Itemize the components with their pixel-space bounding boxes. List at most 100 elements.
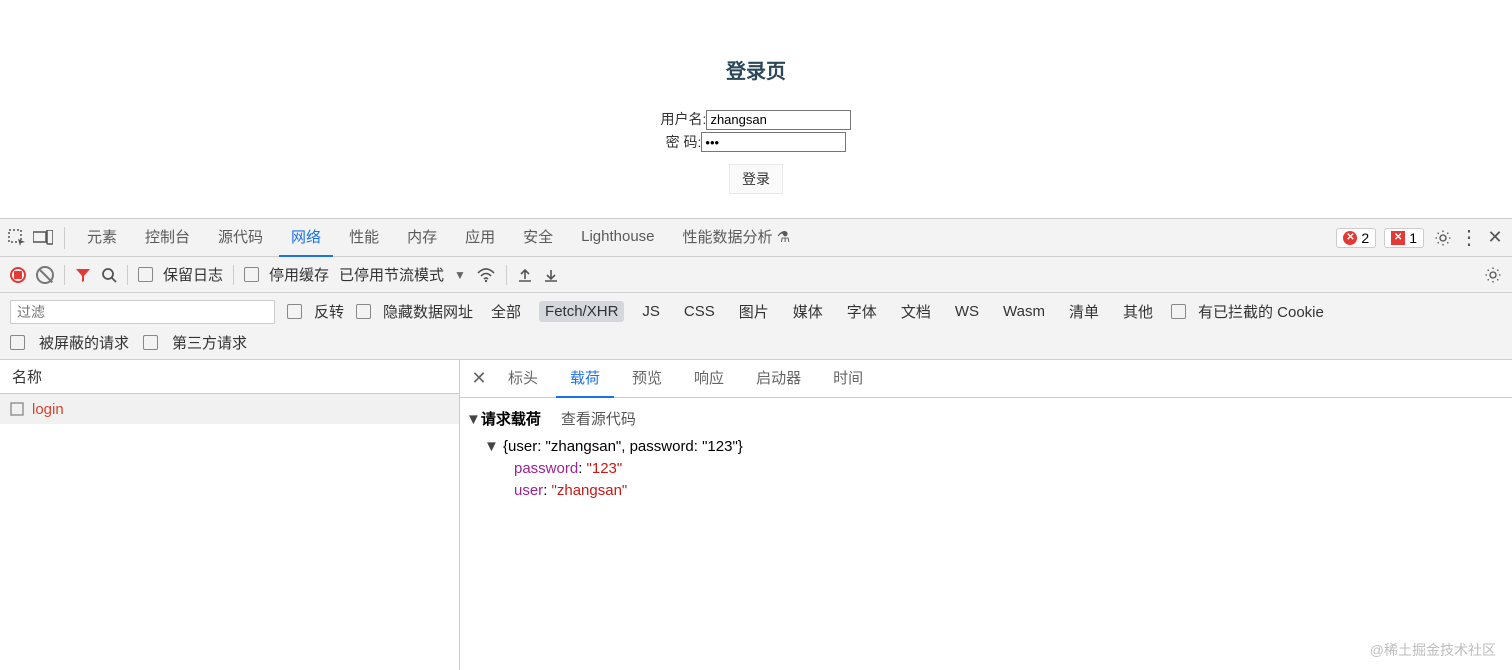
tab-elements[interactable]: 元素 — [75, 219, 129, 257]
disable-cache-checkbox[interactable] — [244, 267, 259, 282]
gear-icon[interactable] — [1484, 266, 1502, 284]
tab-performance[interactable]: 性能 — [337, 219, 391, 257]
filter-input[interactable] — [10, 300, 275, 324]
type-manifest[interactable]: 清单 — [1063, 299, 1105, 324]
file-icon — [10, 402, 24, 416]
type-img[interactable]: 图片 — [733, 299, 775, 324]
tab-sources[interactable]: 源代码 — [206, 219, 275, 257]
separator — [506, 265, 507, 285]
device-toolbar-icon[interactable] — [32, 227, 54, 249]
json-key: password — [514, 460, 578, 477]
issue-icon: ✕ — [1391, 231, 1405, 245]
json-summary: {user: "zhangsan", password: "123"} — [503, 438, 743, 455]
preserve-log-checkbox[interactable] — [138, 267, 153, 282]
inspect-element-icon[interactable] — [6, 227, 28, 249]
issue-count: 1 — [1409, 230, 1417, 246]
dtab-payload[interactable]: 载荷 — [556, 360, 614, 398]
username-input[interactable] — [706, 110, 851, 130]
dtab-timing[interactable]: 时间 — [819, 360, 877, 398]
filter-bar: 反转 隐藏数据网址 全部 Fetch/XHR JS CSS 图片 媒体 字体 文… — [0, 293, 1512, 360]
wifi-icon[interactable] — [476, 267, 496, 283]
login-button[interactable]: 登录 — [729, 164, 783, 194]
error-count: 2 — [1361, 230, 1369, 246]
type-media[interactable]: 媒体 — [787, 299, 829, 324]
filter-icon[interactable] — [75, 267, 91, 283]
search-icon[interactable] — [101, 267, 117, 283]
type-all[interactable]: 全部 — [485, 299, 527, 324]
payload-body: ▼请求载荷 查看源代码 ▼ {user: "zhangsan", passwor… — [460, 398, 1512, 509]
request-list: 名称 login — [0, 360, 460, 670]
hide-data-urls-label: 隐藏数据网址 — [383, 301, 473, 322]
login-page: 登录页 用户名: 密 码: 登录 — [0, 0, 1512, 194]
preserve-log-label: 保留日志 — [163, 264, 223, 285]
devtools-tab-bar: 元素 控制台 源代码 网络 性能 内存 应用 安全 Lighthouse 性能数… — [0, 219, 1512, 257]
tab-application[interactable]: 应用 — [453, 219, 507, 257]
hide-data-urls-checkbox[interactable] — [356, 304, 371, 319]
devtools-panel: 元素 控制台 源代码 网络 性能 内存 应用 安全 Lighthouse 性能数… — [0, 218, 1512, 670]
throttling-select[interactable]: 已停用节流模式 — [339, 264, 444, 285]
more-icon[interactable]: ⋮ — [1458, 227, 1480, 249]
payload-section[interactable]: ▼请求载荷 — [466, 408, 541, 429]
network-body: 名称 login ✕ 标头 载荷 预览 响应 启动器 时间 ▼请求载荷 查看源代… — [0, 360, 1512, 670]
invert-checkbox[interactable] — [287, 304, 302, 319]
tab-network[interactable]: 网络 — [279, 219, 333, 257]
page-title: 登录页 — [0, 55, 1512, 84]
password-input[interactable] — [701, 132, 846, 152]
dtab-preview[interactable]: 预览 — [618, 360, 676, 398]
request-name: login — [32, 401, 64, 418]
type-other[interactable]: 其他 — [1117, 299, 1159, 324]
separator — [64, 265, 65, 285]
json-summary-row[interactable]: ▼ {user: "zhangsan", password: "123"} — [484, 437, 1506, 455]
view-source-link[interactable]: 查看源代码 — [561, 408, 636, 429]
type-css[interactable]: CSS — [678, 301, 721, 322]
network-toolbar: 保留日志 停用缓存 已停用节流模式 ▼ — [0, 257, 1512, 293]
blocked-cookies-checkbox[interactable] — [1171, 304, 1186, 319]
tab-lighthouse[interactable]: Lighthouse — [569, 219, 666, 257]
error-badge[interactable]: ✕2 — [1336, 228, 1376, 248]
password-label: 密 码: — [666, 134, 702, 150]
issue-badge[interactable]: ✕1 — [1384, 228, 1424, 248]
dtab-response[interactable]: 响应 — [680, 360, 738, 398]
dtab-headers[interactable]: 标头 — [494, 360, 552, 398]
request-list-header: 名称 — [0, 360, 459, 394]
tab-perf-insights[interactable]: 性能数据分析 ⚗ — [671, 219, 803, 257]
blocked-cookies-label: 有已拦截的 Cookie — [1198, 301, 1324, 322]
type-doc[interactable]: 文档 — [895, 299, 937, 324]
watermark: @稀土掘金技术社区 — [1370, 640, 1496, 660]
separator — [233, 265, 234, 285]
third-party-label: 第三方请求 — [172, 332, 247, 353]
record-button[interactable] — [10, 267, 26, 283]
json-field: user: "zhangsan" — [514, 481, 1506, 499]
clear-icon[interactable] — [36, 266, 54, 284]
flask-icon: ⚗ — [777, 228, 790, 246]
dtab-initiator[interactable]: 启动器 — [742, 360, 815, 398]
type-font[interactable]: 字体 — [841, 299, 883, 324]
detail-tabs: ✕ 标头 载荷 预览 响应 启动器 时间 — [460, 360, 1512, 398]
upload-icon[interactable] — [517, 267, 533, 283]
json-value: "zhangsan" — [552, 482, 628, 499]
chevron-down-icon[interactable]: ▼ — [454, 268, 466, 282]
tab-security[interactable]: 安全 — [511, 219, 565, 257]
request-detail: ✕ 标头 载荷 预览 响应 启动器 时间 ▼请求载荷 查看源代码 ▼ {user… — [460, 360, 1512, 670]
request-row[interactable]: login — [0, 394, 459, 424]
close-detail-icon[interactable]: ✕ — [468, 368, 490, 389]
third-party-checkbox[interactable] — [143, 335, 158, 350]
separator — [64, 227, 65, 249]
separator — [127, 265, 128, 285]
throttling-label: 已停用节流模式 — [339, 267, 444, 284]
json-value: "123" — [587, 460, 623, 477]
close-icon[interactable]: ✕ — [1484, 227, 1506, 249]
username-row: 用户名: — [0, 109, 1512, 130]
blocked-requests-checkbox[interactable] — [10, 335, 25, 350]
username-label: 用户名: — [661, 111, 707, 127]
tab-memory[interactable]: 内存 — [395, 219, 449, 257]
type-ws[interactable]: WS — [949, 301, 985, 322]
type-fetch-xhr[interactable]: Fetch/XHR — [539, 301, 624, 322]
password-row: 密 码: — [0, 132, 1512, 153]
type-js[interactable]: JS — [636, 301, 666, 322]
download-icon[interactable] — [543, 267, 559, 283]
gear-icon[interactable] — [1432, 227, 1454, 249]
type-wasm[interactable]: Wasm — [997, 301, 1051, 322]
blocked-requests-label: 被屏蔽的请求 — [39, 332, 129, 353]
tab-console[interactable]: 控制台 — [133, 219, 202, 257]
